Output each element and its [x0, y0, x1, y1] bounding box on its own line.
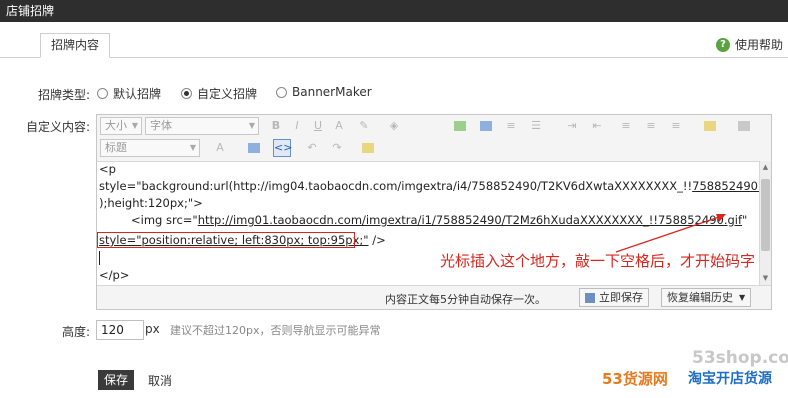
- code-line: <p: [99, 162, 116, 176]
- save-button[interactable]: 保存: [98, 370, 135, 390]
- editor-toolbar-row-1: 大小 ▼ 字体 ▼ B I U A ✎ ◈ ≡ ☰ ⇥ ⇤ ≡ ≡ ≡: [97, 117, 771, 139]
- height-hint: 建议不超过120px，否则导航显示可能异常: [170, 324, 381, 337]
- save-icon: [585, 292, 595, 303]
- chevron-down-icon: ▼: [739, 293, 746, 302]
- redo-icon[interactable]: ↷: [328, 139, 346, 157]
- radio-default-signboard[interactable]: 默认招牌: [97, 85, 161, 102]
- unordered-list-icon[interactable]: ≡: [502, 117, 520, 135]
- watermark-tag: 淘宝开店货源: [688, 371, 772, 387]
- help-link[interactable]: ? 使用帮助: [715, 36, 783, 53]
- code-line: );height:120px;">: [99, 196, 203, 210]
- bold-icon[interactable]: B: [267, 117, 285, 135]
- radio-label: 自定义招牌: [197, 87, 258, 101]
- chevron-down-icon: ▼: [131, 121, 138, 130]
- font-family-select[interactable]: 字体 ▼: [145, 117, 259, 135]
- height-label: 高度:: [61, 325, 90, 339]
- radio-label: BannerMaker: [292, 85, 372, 99]
- code-text: />: [368, 233, 386, 247]
- code-line: <img src="http://img01.taobaocdn.com/img…: [131, 213, 747, 227]
- link-icon[interactable]: [477, 117, 495, 135]
- source-code-icon[interactable]: <>: [273, 139, 292, 157]
- font-color-icon[interactable]: A: [330, 117, 348, 135]
- restore-history-button[interactable]: 恢复编辑历史 ▼: [661, 288, 752, 307]
- code-line: style="background:url(http://img04.taoba…: [99, 179, 759, 193]
- autosave-text: 内容正文每5分钟自动保存一次。: [385, 293, 546, 306]
- chevron-down-icon: ▼: [189, 143, 196, 152]
- align-right-icon[interactable]: ≡: [667, 117, 685, 135]
- editor-status-bar: 内容正文每5分钟自动保存一次。 立即保存 恢复编辑历史 ▼: [97, 285, 771, 309]
- signboard-type-label: 招牌类型:: [37, 88, 90, 102]
- highlight-box: [97, 232, 355, 248]
- heading-select[interactable]: 标题 ▼: [100, 139, 200, 157]
- editor-toolbar-row-2: 标题 ▼ A <> ↶ ↷: [97, 139, 771, 161]
- scroll-down-icon[interactable]: ▼: [761, 274, 770, 283]
- heading-value: 标题: [105, 141, 127, 154]
- align-left-icon[interactable]: ≡: [617, 117, 635, 135]
- horizontal-rule-icon[interactable]: [701, 117, 719, 135]
- save-now-button[interactable]: 立即保存: [579, 288, 649, 307]
- align-center-icon[interactable]: ≡: [642, 117, 660, 135]
- font-size-value: 大小: [105, 119, 127, 132]
- fullscreen-icon[interactable]: [359, 139, 377, 157]
- height-input[interactable]: 120: [96, 320, 144, 340]
- italic-icon[interactable]: I: [288, 117, 306, 135]
- annotation-note: 光标插入这个地方，敲一下空格后，才开始码字: [440, 252, 756, 270]
- text-cursor: [99, 251, 100, 265]
- underline-icon[interactable]: U: [309, 117, 327, 135]
- radio-circle-icon: [276, 86, 287, 98]
- font-size-select[interactable]: 大小 ▼: [100, 117, 142, 135]
- radio-label: 默认招牌: [113, 87, 162, 101]
- rich-text-editor: 大小 ▼ 字体 ▼ B I U A ✎ ◈ ≡ ☰ ⇥ ⇤ ≡ ≡ ≡ 标题 ▼ A …: [96, 114, 772, 310]
- font-family-value: 字体: [150, 119, 172, 132]
- image-icon[interactable]: [451, 117, 469, 135]
- code-link[interactable]: http://img01.taobaocdn.com/imgextra/i1/7…: [198, 213, 742, 227]
- code-text: <img src=": [131, 213, 198, 227]
- question-icon: ?: [715, 37, 730, 52]
- outdent-icon[interactable]: ⇤: [588, 117, 606, 135]
- clear-format-icon[interactable]: A: [211, 139, 229, 157]
- scrollbar-thumb[interactable]: [761, 179, 770, 251]
- watermark-brand: 53货源网: [602, 370, 668, 388]
- text-style-icon[interactable]: ✎: [355, 117, 373, 135]
- save-now-label: 立即保存: [599, 291, 643, 304]
- window-title: 店铺招牌: [6, 4, 55, 18]
- highlight-icon[interactable]: ◈: [385, 117, 403, 135]
- indent-icon[interactable]: ⇥: [563, 117, 581, 135]
- chevron-down-icon: ▼: [248, 121, 255, 130]
- undo-icon[interactable]: ↶: [303, 139, 321, 157]
- watermark: 53shop.com 53货源网 淘宝开店货源: [602, 334, 788, 398]
- cancel-button[interactable]: 取消: [148, 372, 172, 389]
- tab-bar: 招牌内容 ? 使用帮助: [0, 33, 788, 58]
- preview-icon[interactable]: [245, 139, 263, 157]
- radio-circle-icon: [97, 88, 108, 99]
- custom-content-label: 自定义内容:: [25, 120, 90, 134]
- scroll-up-icon[interactable]: ▲: [761, 163, 770, 172]
- table-icon[interactable]: [735, 117, 753, 135]
- watermark-domain: 53shop.com: [692, 348, 788, 368]
- code-line: </p>: [99, 268, 130, 282]
- window-title-bar: 店铺招牌: [0, 0, 788, 22]
- code-link[interactable]: 758852490.jpg: [692, 179, 759, 193]
- help-label: 使用帮助: [734, 38, 783, 52]
- restore-history-label: 恢复编辑历史: [667, 291, 733, 304]
- code-text: ": [742, 213, 748, 227]
- radio-checked-icon: [181, 88, 192, 99]
- height-unit: px: [145, 322, 160, 336]
- radio-custom-signboard[interactable]: 自定义招牌: [181, 85, 257, 102]
- ordered-list-icon[interactable]: ☰: [527, 117, 545, 135]
- tab-signboard-content[interactable]: 招牌内容: [40, 33, 111, 58]
- code-text: style="background:url(http://img04.taoba…: [99, 179, 693, 193]
- radio-bannermaker[interactable]: BannerMaker: [276, 85, 372, 99]
